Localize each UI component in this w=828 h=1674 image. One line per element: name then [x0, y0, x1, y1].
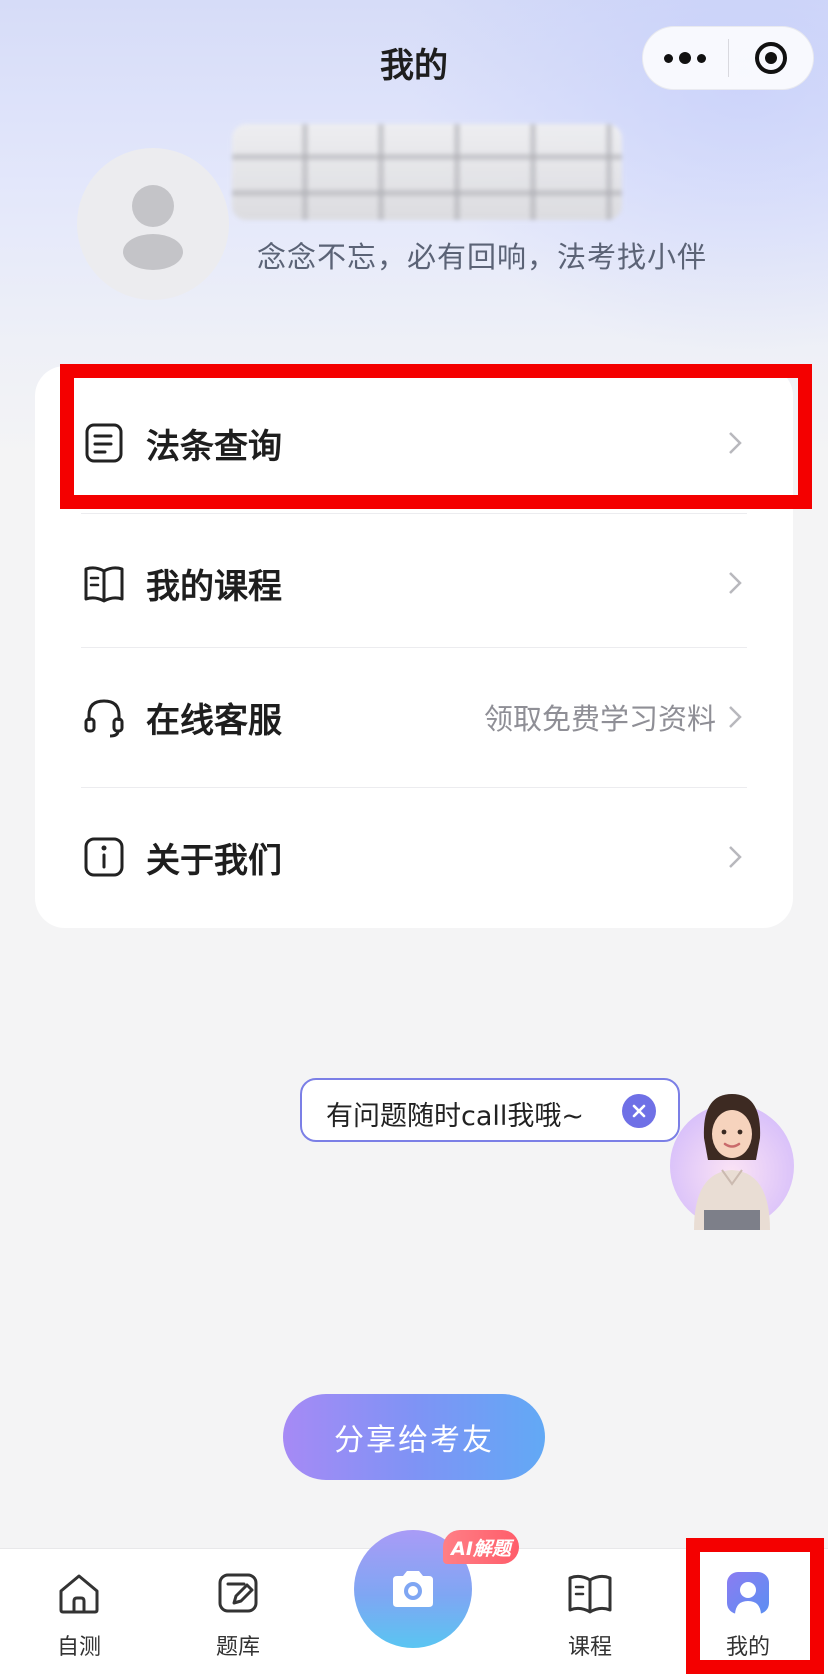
chevron-right-icon — [729, 846, 742, 868]
menu-item-customer-service[interactable]: 在线客服 领取免费学习资料 — [35, 647, 793, 787]
share-to-friends-button[interactable]: 分享给考友 — [283, 1394, 545, 1480]
mini-program-capsule — [642, 26, 814, 90]
menu-item-label: 关于我们 — [146, 840, 282, 881]
free-materials-hint: 领取免费学习资料 — [483, 702, 716, 736]
camera-icon — [393, 1571, 433, 1607]
nickname-redacted — [232, 124, 622, 220]
chevron-right-icon — [729, 706, 742, 728]
tab-label: 题库 — [215, 1635, 260, 1660]
highlight-box-law-search — [60, 364, 812, 509]
default-avatar-icon — [123, 185, 183, 270]
menu-item-label: 在线客服 — [146, 700, 282, 741]
edit-note-icon — [218, 1573, 258, 1613]
more-dots-icon — [664, 52, 707, 64]
avatar[interactable] — [77, 148, 229, 300]
menu-item-label: 我的课程 — [146, 566, 282, 607]
menu-item-my-courses[interactable]: 我的课程 — [35, 513, 793, 653]
profile-motto: 念念不忘，必有回响，法考找小伴 — [257, 240, 708, 274]
close-mini-program-button[interactable] — [729, 26, 814, 90]
tab-question-bank[interactable]: 题库 — [178, 1569, 298, 1669]
tab-label: 课程 — [567, 1635, 612, 1660]
chevron-right-icon — [729, 572, 742, 594]
info-icon — [84, 837, 124, 877]
tab-label: 自测 — [56, 1635, 101, 1660]
book-icon — [568, 1574, 612, 1614]
ai-solve-badge: AI解题 — [443, 1530, 519, 1564]
menu-item-about-us[interactable]: 关于我们 — [35, 787, 793, 927]
home-icon — [59, 1574, 99, 1614]
more-options-button[interactable] — [643, 26, 728, 90]
target-close-icon — [754, 42, 787, 74]
assistant-bubble[interactable]: 有问题随时call我哦~ — [300, 1078, 680, 1142]
tab-courses[interactable]: 课程 — [530, 1569, 650, 1669]
headset-icon — [84, 699, 124, 738]
tab-self-test[interactable]: 自测 — [19, 1569, 139, 1669]
assistant-bubble-text: 有问题随时call我哦~ — [326, 1101, 585, 1132]
close-icon — [632, 1104, 646, 1118]
assistant-avatar[interactable] — [664, 1080, 796, 1230]
highlight-box-tab-mine — [686, 1538, 824, 1674]
open-book-icon — [84, 566, 124, 603]
bubble-close-button[interactable] — [622, 1094, 656, 1128]
